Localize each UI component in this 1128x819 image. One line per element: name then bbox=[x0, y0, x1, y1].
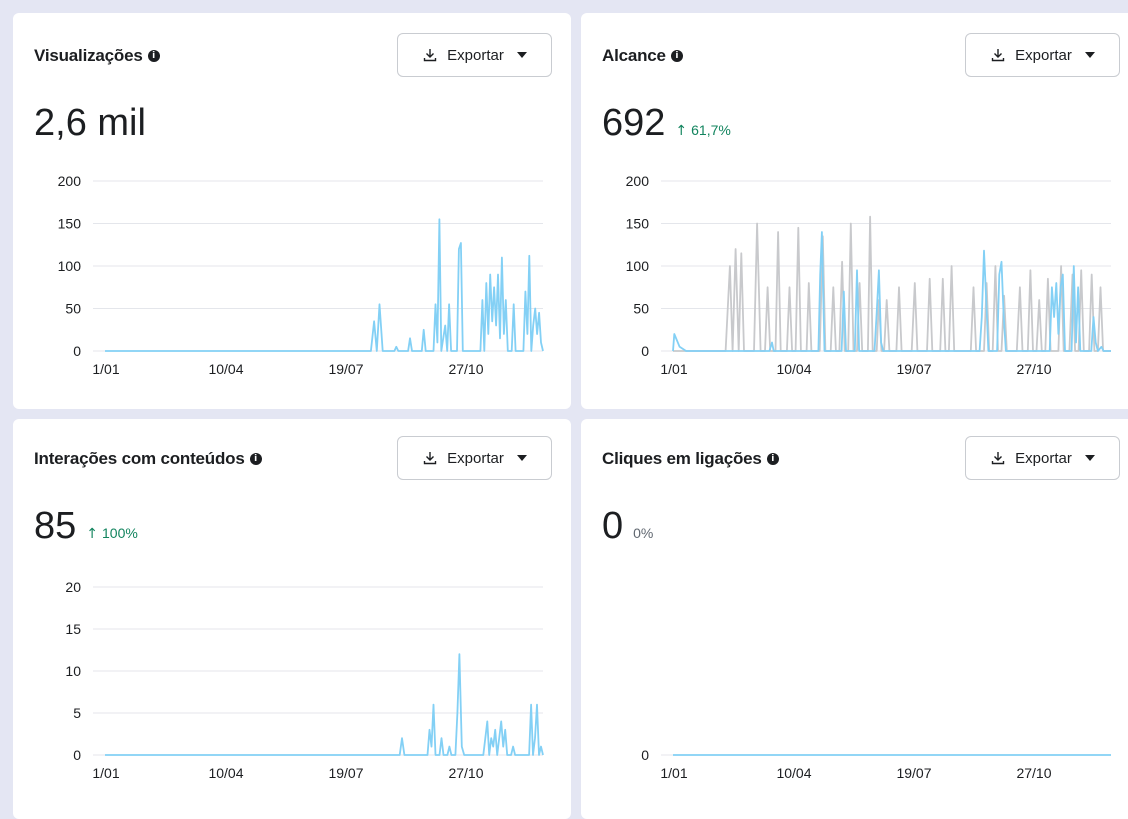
x-tick-label: 10/04 bbox=[776, 765, 811, 781]
y-tick-label: 0 bbox=[641, 343, 649, 359]
caret-down-icon bbox=[1084, 52, 1095, 58]
card-title-label: Interações com conteúdos bbox=[34, 449, 245, 468]
card-title-label: Alcance bbox=[602, 46, 666, 65]
y-tick-label: 100 bbox=[626, 258, 650, 274]
y-tick-label: 0 bbox=[73, 343, 81, 359]
export-button[interactable]: Exportar bbox=[397, 33, 552, 77]
card-title: Interações com conteúdos i bbox=[34, 449, 262, 469]
card-cliques: Cliques em ligações i Exportar 0 0% 0 1/0… bbox=[581, 419, 1128, 819]
series-line bbox=[673, 215, 1111, 352]
x-tick-label: 19/07 bbox=[328, 765, 363, 781]
metric-value: 692 bbox=[602, 102, 666, 144]
line-chart: 0 1/01 10/04 19/07 27/10 bbox=[641, 747, 1111, 781]
card-alcance: Alcance i Exportar 692 ↑ 61,7% 200 150 100 5… bbox=[581, 13, 1128, 409]
info-icon[interactable]: i bbox=[249, 453, 262, 465]
x-tick-label: 19/07 bbox=[896, 361, 931, 377]
y-tick-label: 150 bbox=[58, 216, 82, 232]
x-tick-label: 27/10 bbox=[1016, 765, 1051, 781]
export-button[interactable]: Exportar bbox=[965, 33, 1120, 77]
download-icon bbox=[991, 49, 1005, 62]
y-tick-label: 50 bbox=[633, 301, 649, 317]
x-tick-label: 27/10 bbox=[1016, 361, 1051, 377]
caret-down-icon bbox=[516, 52, 527, 58]
metric: 85 ↑ 100% bbox=[34, 505, 138, 548]
y-tick-label: 100 bbox=[58, 258, 82, 274]
x-tick-label: 1/01 bbox=[660, 361, 687, 377]
series-line bbox=[105, 218, 544, 352]
x-tick-label: 1/01 bbox=[660, 765, 687, 781]
info-icon[interactable]: i bbox=[147, 50, 160, 62]
y-tick-label: 5 bbox=[73, 705, 81, 721]
y-tick-label: 20 bbox=[65, 579, 81, 595]
caret-down-icon bbox=[516, 455, 527, 461]
x-tick-label: 10/04 bbox=[776, 361, 811, 377]
x-tick-label: 1/01 bbox=[92, 765, 119, 781]
x-tick-label: 10/04 bbox=[208, 765, 243, 781]
line-chart: 200 150 100 50 0 1/01 10/04 19/07 27/10 bbox=[626, 173, 1111, 377]
metric-change-label: 0% bbox=[633, 525, 654, 541]
line-chart: 20 15 10 5 0 1/01 10/04 19/07 27/10 bbox=[65, 579, 544, 781]
info-icon[interactable]: i bbox=[670, 50, 683, 62]
y-tick-label: 0 bbox=[73, 747, 81, 763]
metric-change: ↑ 61,7% bbox=[675, 122, 730, 139]
x-tick-label: 27/10 bbox=[448, 765, 483, 781]
x-tick-label: 19/07 bbox=[896, 765, 931, 781]
caret-down-icon bbox=[1084, 455, 1095, 461]
download-icon bbox=[991, 452, 1005, 465]
series-line bbox=[105, 653, 544, 756]
x-tick-label: 19/07 bbox=[328, 361, 363, 377]
export-label: Exportar bbox=[447, 46, 504, 64]
y-tick-label: 10 bbox=[65, 663, 81, 679]
metric-change: 0% bbox=[633, 525, 653, 541]
export-label: Exportar bbox=[1015, 46, 1072, 64]
download-icon bbox=[423, 452, 437, 465]
export-button[interactable]: Exportar bbox=[965, 436, 1120, 480]
card-title-label: Visualizações bbox=[34, 46, 143, 65]
metric: 692 ↑ 61,7% bbox=[602, 102, 731, 145]
card-visualizacoes: Visualizações i Exportar 2,6 mil 200 150 1… bbox=[13, 13, 571, 409]
x-tick-label: 27/10 bbox=[448, 361, 483, 377]
info-icon[interactable]: i bbox=[766, 453, 779, 465]
export-label: Exportar bbox=[1015, 449, 1072, 467]
arrow-up-icon: ↑ bbox=[86, 526, 99, 542]
card-interacoes: Interações com conteúdos i Exportar 85 ↑… bbox=[13, 419, 571, 819]
card-title: Cliques em ligações i bbox=[602, 449, 779, 469]
metric-value: 2,6 mil bbox=[34, 102, 146, 144]
y-tick-label: 200 bbox=[58, 173, 82, 189]
metric-value: 85 bbox=[34, 505, 77, 547]
metric-value: 0 bbox=[602, 505, 624, 547]
metric-change-label: 61,7% bbox=[691, 122, 731, 138]
card-title: Visualizações i bbox=[34, 46, 160, 66]
y-tick-label: 50 bbox=[65, 301, 81, 317]
metric-change: ↑ 100% bbox=[86, 525, 138, 542]
y-tick-label: 150 bbox=[626, 216, 650, 232]
export-button[interactable]: Exportar bbox=[397, 436, 552, 480]
line-chart: 200 150 100 50 0 1/01 10/04 19/07 27/10 bbox=[58, 173, 544, 377]
metric: 0 0% bbox=[602, 505, 653, 548]
export-label: Exportar bbox=[447, 449, 504, 467]
card-title-label: Cliques em ligações bbox=[602, 449, 762, 468]
metric: 2,6 mil bbox=[34, 102, 146, 145]
metric-change-label: 100% bbox=[102, 525, 138, 541]
arrow-up-icon: ↑ bbox=[675, 123, 688, 139]
card-title: Alcance i bbox=[602, 46, 683, 66]
y-tick-label: 200 bbox=[626, 173, 650, 189]
download-icon bbox=[423, 49, 437, 62]
x-tick-label: 1/01 bbox=[92, 361, 119, 377]
x-tick-label: 10/04 bbox=[208, 361, 243, 377]
y-tick-label: 0 bbox=[641, 747, 649, 763]
y-tick-label: 15 bbox=[65, 621, 81, 637]
